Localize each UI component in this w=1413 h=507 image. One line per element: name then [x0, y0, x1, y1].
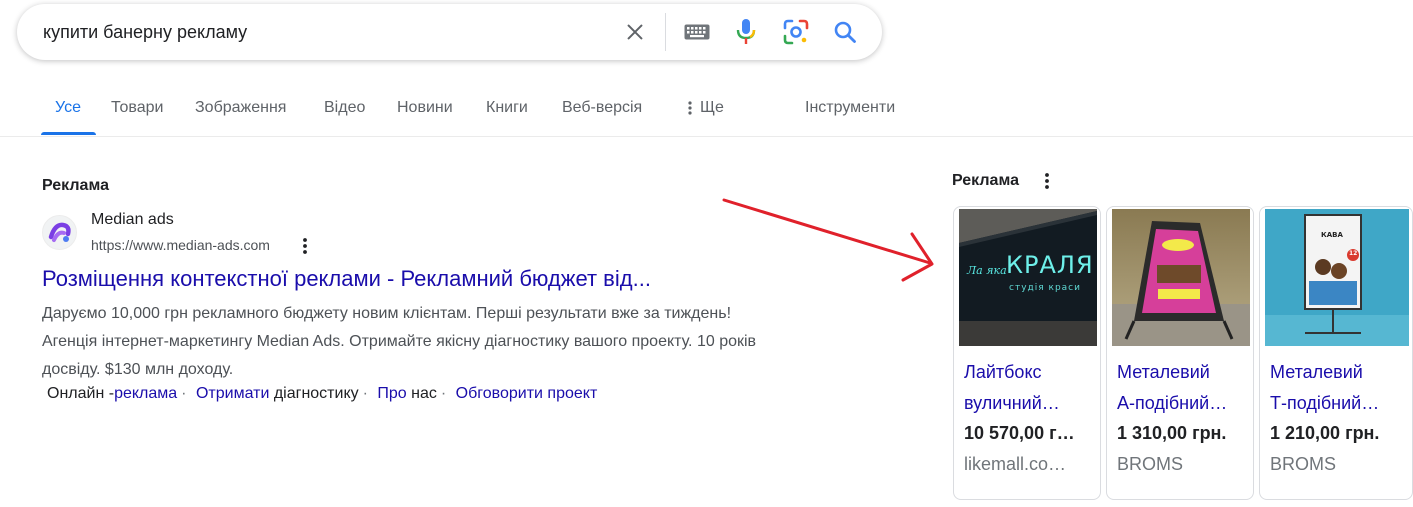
search-input[interactable]: [43, 18, 603, 46]
product-title[interactable]: Металевий А-подібний…: [1117, 357, 1247, 419]
advertiser-name[interactable]: Median ads: [91, 211, 174, 229]
product-price: 10 570,00 г…: [964, 423, 1075, 443]
product-image: КАВА 12: [1265, 209, 1409, 346]
lens-icon[interactable]: [781, 4, 811, 60]
tab-shopping[interactable]: Товари: [111, 99, 163, 117]
search-divider: [665, 13, 666, 51]
keyboard-icon[interactable]: [681, 4, 713, 60]
product-image-caption-1: КАВА: [1321, 231, 1343, 239]
ad-label: Реклама: [42, 177, 109, 194]
shopping-options-icon[interactable]: [1040, 171, 1054, 191]
median-logo-icon: [48, 222, 71, 242]
product-image-caption-2: 12: [1349, 250, 1358, 257]
tab-more-label: Ще: [700, 99, 724, 116]
ad-title-link[interactable]: Розміщення контекстної реклами - Рекламн…: [42, 266, 651, 292]
tab-more[interactable]: Ще: [686, 99, 724, 117]
tab-videos[interactable]: Відео: [324, 99, 365, 117]
tab-news[interactable]: Новини: [397, 99, 453, 117]
product-price: 1 210,00 грн.: [1270, 423, 1380, 443]
product-title[interactable]: Лайтбокс вуличний…: [964, 357, 1094, 419]
more-vert-icon: [688, 101, 692, 115]
ad-options-icon[interactable]: [298, 236, 312, 256]
product-seller: likemall.co…: [964, 454, 1067, 474]
sitelink-3[interactable]: Про нас: [377, 385, 436, 402]
search-tabs: Усе Товари Зображення Відео Новини Книги…: [0, 86, 1413, 137]
tab-images[interactable]: Зображення: [195, 99, 286, 117]
product-image-caption-1: Ла яка: [967, 264, 1007, 277]
ad-sitelinks: Онлайн -реклама · Отримати діагностику · П…: [47, 385, 598, 402]
product-image: [1112, 209, 1250, 346]
tab-active-indicator: [41, 132, 96, 135]
search-bar: [17, 4, 882, 60]
annotation-arrow: [722, 198, 934, 282]
advertiser-logo[interactable]: [42, 215, 77, 250]
microphone-icon[interactable]: [731, 4, 761, 60]
product-seller: BROMS: [1270, 454, 1337, 474]
product-card[interactable]: КАВА 12 Металевий Т-подібний… 1 210,00 г…: [1259, 206, 1413, 500]
sitelink-4[interactable]: Обговорити проект: [456, 385, 598, 402]
close-icon[interactable]: [620, 4, 650, 60]
sitelink-1[interactable]: Онлайн -реклама: [47, 385, 177, 402]
sitelink-2[interactable]: Отримати діагностику: [196, 385, 359, 402]
product-seller: BROMS: [1117, 454, 1184, 474]
tab-books[interactable]: Книги: [486, 99, 528, 117]
product-price: 1 310,00 грн.: [1117, 423, 1227, 443]
product-title[interactable]: Металевий Т-подібний…: [1270, 357, 1400, 419]
product-image-caption-3: студія краси: [1009, 283, 1081, 293]
product-image: Ла яка КРАЛЯ студія краси: [959, 209, 1097, 346]
tab-all[interactable]: Усе: [55, 99, 81, 117]
search-icon[interactable]: [829, 4, 861, 60]
product-card[interactable]: Металевий А-подібний… 1 310,00 грн. BROM…: [1106, 206, 1254, 500]
tab-tools[interactable]: Інструменти: [805, 99, 895, 117]
product-image-caption-2: КРАЛЯ: [1006, 251, 1094, 279]
tab-web[interactable]: Веб-версія: [562, 99, 642, 117]
ad-description: Даруємо 10,000 грн рекламного бюджету но…: [42, 305, 757, 378]
product-card[interactable]: Ла яка КРАЛЯ студія краси Лайтбокс вулич…: [953, 206, 1101, 500]
shopping-ad-label: Реклама: [952, 172, 1019, 189]
advertiser-url[interactable]: https://www.median-ads.com: [91, 237, 270, 253]
